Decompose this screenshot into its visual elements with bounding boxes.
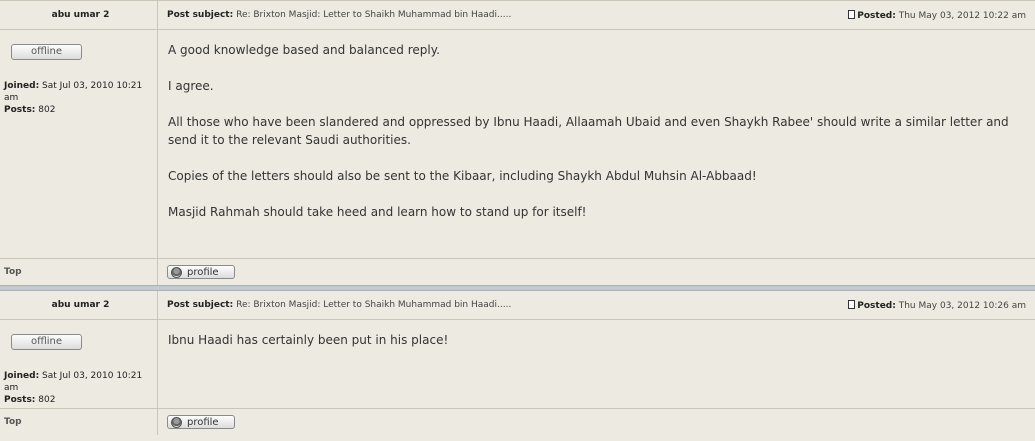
posts-info: Posts: 802 <box>4 104 153 116</box>
profile-button[interactable]: profile <box>167 415 235 429</box>
posted-label: Posted: <box>857 10 896 21</box>
post-paragraph: I agree. <box>168 79 214 93</box>
top-link[interactable]: Top <box>0 267 22 277</box>
post-paragraph: A good knowledge based and balanced repl… <box>168 43 440 57</box>
post-icon[interactable] <box>848 299 856 309</box>
post-2: abu umar 2 Post subject: Re: Brixton Mas… <box>0 291 1035 435</box>
profile-icon <box>171 416 182 428</box>
post-subject: Post subject: Re: Brixton Masjid: Letter… <box>167 300 511 310</box>
subject-label: Post subject: <box>167 10 234 20</box>
post-body: Ibnu Haadi has certainly been put in his… <box>158 320 1035 408</box>
posts-label: Posts: <box>4 395 36 405</box>
post-icon[interactable] <box>848 9 856 19</box>
joined-label: Joined: <box>4 371 40 381</box>
subject-text: Re: Brixton Masjid: Letter to Shaikh Muh… <box>236 300 512 310</box>
post-paragraph: All those who have been slandered and op… <box>168 115 1009 147</box>
post-subject: Post subject: Re: Brixton Masjid: Letter… <box>167 10 511 20</box>
author-name[interactable]: abu umar 2 <box>0 1 157 30</box>
author-name[interactable]: abu umar 2 <box>0 291 157 320</box>
profile-button[interactable]: profile <box>167 265 235 279</box>
subject-text: Re: Brixton Masjid: Letter to Shaikh Muh… <box>236 10 512 20</box>
profile-label: profile <box>187 416 219 428</box>
joined-label: Joined: <box>4 81 40 91</box>
status-badge: offline <box>11 44 82 60</box>
post-paragraph: Copies of the letters should also be sen… <box>168 169 757 183</box>
posted-date: Thu May 03, 2012 10:26 am <box>898 300 1026 311</box>
post-1: abu umar 2 Post subject: Re: Brixton Mas… <box>0 0 1035 285</box>
profile-label: profile <box>187 266 219 278</box>
top-link[interactable]: Top <box>0 417 22 427</box>
posted-info: Posted: Thu May 03, 2012 10:26 am <box>848 299 1026 311</box>
post-body: A good knowledge based and balanced repl… <box>158 30 1035 258</box>
posted-info: Posted: Thu May 03, 2012 10:22 am <box>848 9 1026 21</box>
posted-label: Posted: <box>857 300 896 311</box>
post-paragraph: Masjid Rahmah should take heed and learn… <box>168 205 587 219</box>
post-count: 802 <box>38 105 56 115</box>
author-profile: offline Joined: Sat Jul 03, 2010 10:21 a… <box>0 30 158 258</box>
author-profile: offline Joined: Sat Jul 03, 2010 10:21 a… <box>0 320 158 408</box>
posted-date: Thu May 03, 2012 10:22 am <box>898 10 1026 21</box>
posts-label: Posts: <box>4 105 36 115</box>
post-paragraph: Ibnu Haadi has certainly been put in his… <box>168 333 449 347</box>
joined-info: Joined: Sat Jul 03, 2010 10:21 am <box>4 80 153 104</box>
posts-info: Posts: 802 <box>4 394 153 406</box>
status-badge: offline <box>11 334 82 350</box>
post-count: 802 <box>38 395 56 405</box>
subject-label: Post subject: <box>167 300 234 310</box>
joined-info: Joined: Sat Jul 03, 2010 10:21 am <box>4 370 153 394</box>
profile-icon <box>171 266 182 278</box>
